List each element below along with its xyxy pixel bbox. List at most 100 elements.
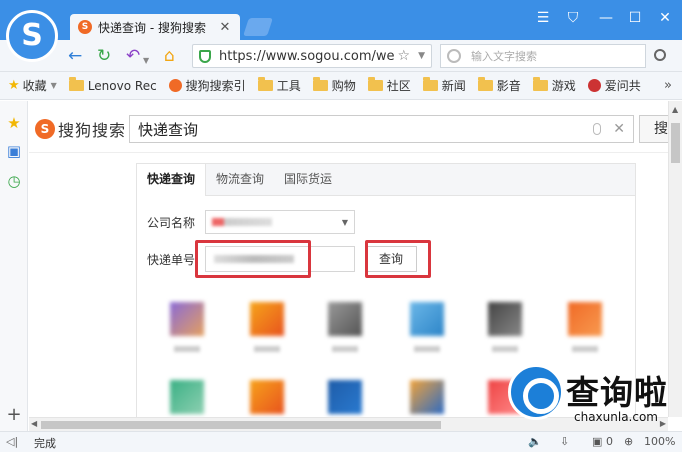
bookmark-favorites[interactable]: ★ 收藏 ▼ <box>8 77 57 94</box>
bookmark-label: Lenovo Rec <box>87 78 157 93</box>
courier-logo[interactable] <box>397 302 457 352</box>
bookmark-games[interactable]: 游戏 <box>532 77 576 94</box>
scroll-up-icon[interactable]: ▲ <box>672 105 678 114</box>
courier-logo[interactable] <box>237 380 297 414</box>
bookmark-label: 社区 <box>386 79 411 93</box>
bookmark-label: 影音 <box>496 79 521 93</box>
company-row: 公司名称 ▼ <box>147 210 355 234</box>
download-icon[interactable]: ⇩ <box>560 435 569 448</box>
sogou-favicon-icon: S <box>78 20 92 34</box>
bookmark-lenovo[interactable]: Lenovo Rec <box>68 77 157 93</box>
sogou-logo[interactable]: S 搜狗搜索 <box>35 117 126 141</box>
add-icon[interactable]: + <box>6 406 22 424</box>
address-dropdown-icon[interactable]: ▼ <box>418 51 425 61</box>
tab-international-freight[interactable]: 国际货运 <box>274 164 342 195</box>
bookmark-shopping[interactable]: 购物 <box>312 77 356 94</box>
scrollbar-thumb[interactable] <box>41 421 441 429</box>
folder-icon <box>312 77 328 91</box>
bookmark-sogou[interactable]: 搜狗搜索引 <box>168 77 246 94</box>
zoom-level[interactable]: 100% <box>644 435 675 448</box>
watermark-brand: 查询啦 <box>566 373 668 412</box>
zoom-icon[interactable]: ⊕ <box>624 435 633 448</box>
courier-logo[interactable] <box>157 302 217 352</box>
browser-tab[interactable]: S 快递查询 - 搜狗搜索 ✕ <box>70 14 240 40</box>
scroll-left-icon[interactable]: ◀ <box>31 419 37 428</box>
bookmark-label: 爱问共 <box>604 79 641 93</box>
bookmark-news[interactable]: 新闻 <box>422 77 466 94</box>
search-placeholder: 输入文字搜索 <box>471 50 537 63</box>
avatar-icon <box>587 79 601 92</box>
chaxunla-logo-icon <box>508 364 564 420</box>
secure-shield-icon <box>199 49 211 63</box>
bookmark-tools[interactable]: 工具 <box>257 77 301 94</box>
speaker-icon[interactable]: 🔈 <box>528 435 542 448</box>
sogou-icon <box>168 79 182 92</box>
bookmark-label: 游戏 <box>551 79 576 93</box>
courier-logo[interactable] <box>315 302 375 352</box>
bookmark-community[interactable]: 社区 <box>367 77 411 94</box>
favorites-star-icon[interactable]: ★ <box>6 115 22 131</box>
clear-icon[interactable]: ✕ <box>613 121 625 137</box>
search-button[interactable]: 搜 <box>639 115 668 143</box>
courier-logo[interactable] <box>157 380 217 414</box>
menu-icon[interactable]: ☰ <box>533 10 553 26</box>
tab-logistics-query[interactable]: 物流查询 <box>206 164 274 195</box>
maximize-button[interactable]: ☐ <box>625 10 645 26</box>
bookmark-star-icon[interactable]: ☆ <box>398 48 411 64</box>
tab-express-query[interactable]: 快递查询 <box>137 164 207 196</box>
panel-toggle-icon[interactable]: ◁| <box>6 435 18 448</box>
folder-icon <box>422 77 438 91</box>
chevron-down-icon: ▼ <box>341 217 348 227</box>
company-select[interactable]: ▼ <box>205 210 355 234</box>
browser-search-box[interactable]: 输入文字搜索 <box>440 44 646 68</box>
folder-icon <box>257 77 273 91</box>
refresh-icon[interactable]: ↻ <box>97 47 111 65</box>
bookmark-media[interactable]: 影音 <box>477 77 521 94</box>
left-sidebar: ★ ▣ ◷ + <box>0 101 28 431</box>
scrollbar-thumb[interactable] <box>671 123 680 163</box>
chevron-down-icon: ▼ <box>50 81 57 90</box>
courier-logo[interactable] <box>315 380 375 414</box>
bookmark-label: 新闻 <box>441 79 466 93</box>
watermark-domain: chaxunla.com <box>574 410 658 424</box>
bookmark-label: 工具 <box>276 79 301 93</box>
minimize-button[interactable]: — <box>596 10 616 26</box>
address-bar[interactable]: https://www.sogou.com/we ☆ ▼ <box>192 44 432 68</box>
undo-dropdown-icon[interactable]: ▼ <box>143 52 149 70</box>
search-input[interactable]: 快递查询 ✕ <box>129 115 634 143</box>
company-label: 公司名称 <box>147 215 196 230</box>
new-tab-button[interactable] <box>243 18 273 36</box>
courier-logo[interactable] <box>397 380 457 414</box>
courier-logo[interactable] <box>475 302 535 352</box>
tab-title: 快递查询 - 搜狗搜索 <box>98 20 206 35</box>
tab-close-icon[interactable]: ✕ <box>218 20 232 35</box>
query-button-highlight <box>365 240 431 278</box>
sogou-browser-logo: S <box>6 10 58 62</box>
skin-icon[interactable]: ⛉ <box>563 10 583 26</box>
close-window-button[interactable]: ✕ <box>655 10 675 26</box>
home-icon[interactable]: ⌂ <box>164 47 175 65</box>
folder-icon <box>477 77 493 91</box>
bookmark-label: 收藏 <box>22 79 47 93</box>
search-query[interactable]: 快递查询 <box>138 119 593 140</box>
company-value-blurred <box>212 218 272 226</box>
url-text[interactable]: https://www.sogou.com/we <box>219 49 394 64</box>
status-bar: ◁| 完成 🔈 ⇩ ▣ 0 ⊕ 100% <box>0 431 682 452</box>
microphone-icon[interactable] <box>593 123 602 135</box>
bookmark-iask[interactable]: 爱问共 <box>587 77 641 94</box>
sogou-logo-text: 搜狗搜索 <box>58 121 127 140</box>
star-icon: ★ <box>8 78 20 93</box>
more-bookmarks-icon[interactable]: » <box>664 78 672 93</box>
download-count-icon[interactable]: ▣ <box>592 435 602 448</box>
back-icon[interactable]: ← <box>68 47 82 65</box>
reader-icon[interactable]: ▣ <box>6 143 22 159</box>
search-icon[interactable] <box>654 49 666 61</box>
folder-icon <box>367 77 383 91</box>
chaxunla-watermark: 查询啦 chaxunla.com <box>508 362 682 432</box>
courier-logo[interactable] <box>237 302 297 352</box>
undo-icon[interactable]: ↶ <box>126 47 140 65</box>
folder-icon <box>532 77 548 91</box>
courier-logo[interactable] <box>555 302 615 352</box>
folder-icon <box>68 77 84 91</box>
history-clock-icon[interactable]: ◷ <box>6 173 22 189</box>
